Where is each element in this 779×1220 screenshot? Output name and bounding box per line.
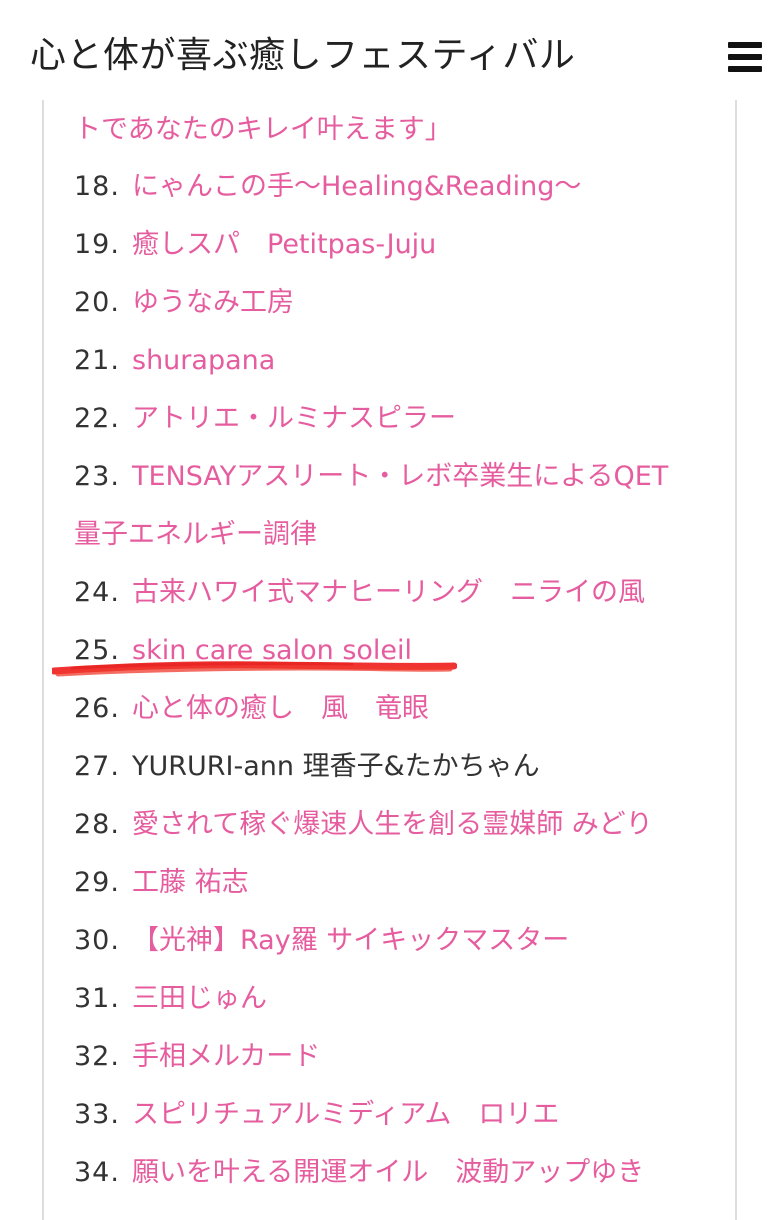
list-item-number: 30.: [74, 925, 120, 956]
list-item-link[interactable]: 【光神】Ray羅 サイキックマスター: [132, 925, 569, 956]
list-item: 28. 愛されて稼ぐ爆速人生を創る霊媒師 みどり: [74, 796, 653, 854]
list-item-number: 21.: [74, 345, 120, 376]
list-item-link[interactable]: ゆうなみ工房: [132, 287, 294, 318]
list-item: 19. 癒しスパ Petitpas-Juju: [74, 216, 436, 274]
list-item: 29. 工藤 祐志: [74, 854, 249, 912]
list-item-link[interactable]: トであなたのキレイ叶えます」: [74, 114, 452, 145]
list-item-number: 32.: [74, 1041, 120, 1072]
list-item-link[interactable]: 工藤 祐志: [132, 867, 249, 898]
list-item-link[interactable]: 三田じゅん: [132, 983, 267, 1014]
content-area: トであなたのキレイ叶えます」 18. にゃんこの手〜Healing&Reading…: [0, 100, 779, 1220]
list-item-number: 28.: [74, 809, 120, 840]
list-item-link[interactable]: 古来ハワイ式マナヒーリング ニライの風: [132, 577, 645, 608]
list-item: 26. 心と体の癒し 風 竜眼: [74, 680, 429, 738]
list-item-continuation: トであなたのキレイ叶えます」: [74, 101, 452, 159]
list-item-number: 26.: [74, 693, 120, 724]
list-item-text: YURURI-ann 理香子&たかちゃん: [132, 751, 540, 782]
list-item-wrapped-line: 量子エネルギー調律: [74, 506, 317, 564]
list-item: 18. にゃんこの手〜Healing&Reading〜: [74, 158, 581, 216]
list-item-link[interactable]: 量子エネルギー調律: [74, 519, 317, 550]
list-item-number: 19.: [74, 229, 120, 260]
list-item: 25. skin care salon soleil: [74, 622, 412, 680]
list-item-link[interactable]: 愛されて稼ぐ爆速人生を創る霊媒師 みどり: [132, 809, 653, 840]
list-item: 32. 手相メルカード: [74, 1028, 320, 1086]
list-item: 20. ゆうなみ工房: [74, 274, 294, 332]
list-item-number: 25.: [74, 635, 120, 666]
list-item-number: 34.: [74, 1157, 120, 1188]
list-item-link[interactable]: アトリエ・ルミナスピラー: [132, 403, 456, 434]
list-item-link[interactable]: skin care salon soleil: [132, 635, 412, 666]
menu-bar-middle: [728, 54, 762, 60]
list-item-link[interactable]: にゃんこの手〜Healing&Reading〜: [132, 171, 581, 202]
list-item: 24. 古来ハワイ式マナヒーリング ニライの風: [74, 564, 645, 622]
list-item-link[interactable]: 手相メルカード: [132, 1041, 320, 1072]
list-item-number: 18.: [74, 171, 120, 202]
list-item-link[interactable]: shurapana: [132, 345, 275, 376]
list-item-link[interactable]: 心と体の癒し 風 竜眼: [132, 693, 429, 724]
menu-bar-top: [728, 42, 762, 48]
list-item-number: 23.: [74, 461, 120, 492]
list-item-number: 29.: [74, 867, 120, 898]
list-item: 33. スピリチュアルミディアム ロリエ: [74, 1086, 559, 1144]
list-item-number: 24.: [74, 577, 120, 608]
list-item: 31. 三田じゅん: [74, 970, 267, 1028]
list-item: 34. 願いを叶える開運オイル 波動アップゆき: [74, 1144, 644, 1202]
list-item-number: 33.: [74, 1099, 120, 1130]
list-item: 30. 【光神】Ray羅 サイキックマスター: [74, 912, 569, 970]
menu-bar-bottom: [728, 66, 762, 72]
list-item: 23. TENSAYアスリート・レボ卒業生によるQET: [74, 448, 668, 506]
list-item-link[interactable]: スピリチュアルミディアム ロリエ: [132, 1099, 559, 1130]
list-item: 27. YURURI-ann 理香子&たかちゃん: [74, 738, 540, 796]
site-header: 心と体が喜ぶ癒しフェスティバル: [0, 0, 779, 112]
list-item-number: 31.: [74, 983, 120, 1014]
hamburger-menu-icon[interactable]: [728, 42, 762, 72]
list-item-number: 27.: [74, 751, 120, 782]
site-title[interactable]: 心と体が喜ぶ癒しフェスティバル: [30, 30, 575, 82]
list-item: 22. アトリエ・ルミナスピラー: [74, 390, 456, 448]
list-item-link[interactable]: 癒しスパ Petitpas-Juju: [132, 229, 436, 260]
list-item-number: 20.: [74, 287, 120, 318]
list-item-link[interactable]: TENSAYアスリート・レボ卒業生によるQET: [132, 461, 668, 492]
list-item: 21. shurapana: [74, 332, 275, 390]
list-item-link[interactable]: 願いを叶える開運オイル 波動アップゆき: [132, 1157, 644, 1188]
list-item-number: 22.: [74, 403, 120, 434]
